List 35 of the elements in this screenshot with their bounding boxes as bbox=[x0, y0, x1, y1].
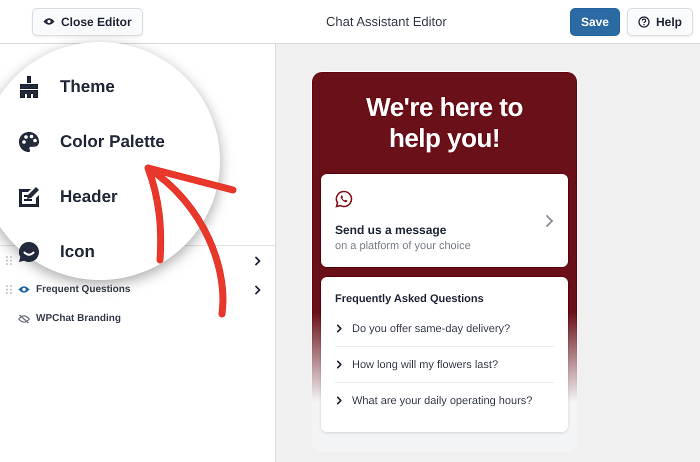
close-editor-button[interactable]: Close Editor bbox=[32, 8, 143, 36]
brush-icon bbox=[18, 76, 40, 98]
menu-item-label[interactable]: Theme bbox=[60, 76, 115, 96]
chat-bubble-icon bbox=[18, 240, 40, 262]
menu-item-label[interactable]: Icon bbox=[60, 242, 95, 262]
drag-handle-icon[interactable] bbox=[6, 285, 12, 294]
eye-slash-icon[interactable] bbox=[18, 314, 30, 324]
faq-title: Frequently Asked Questions bbox=[335, 293, 485, 305]
message-card[interactable]: Send us a message on a platform of your choice bbox=[321, 174, 568, 267]
edit-icon bbox=[18, 186, 40, 208]
save-button[interactable]: Save bbox=[570, 8, 620, 36]
palette-icon bbox=[18, 130, 40, 152]
menu-item-label[interactable]: Header bbox=[60, 186, 118, 206]
faq-question[interactable]: What are your daily operating hours? bbox=[352, 394, 532, 406]
chevron-icon[interactable] bbox=[253, 256, 263, 266]
message-title: Send us a message bbox=[335, 222, 448, 236]
chevron-icon[interactable] bbox=[253, 284, 263, 294]
menu-item-label[interactable]: Color Palette bbox=[60, 132, 165, 152]
whatsapp-icon bbox=[335, 190, 353, 208]
eye-icon[interactable] bbox=[18, 285, 30, 294]
help-button[interactable]: Help bbox=[626, 8, 693, 36]
editor-title: Chat Assistant Editor bbox=[324, 14, 448, 29]
drag-handle-icon[interactable] bbox=[6, 256, 12, 265]
chevron-icon bbox=[544, 214, 554, 228]
widget-heading: We're here to help you! bbox=[365, 92, 524, 154]
chevron-icon bbox=[335, 360, 344, 369]
chevron-icon bbox=[335, 396, 344, 405]
sidebar-item-label[interactable]: WPChat Branding bbox=[36, 313, 263, 324]
eye-icon bbox=[43, 17, 55, 26]
faq-question[interactable]: How long will my flowers last? bbox=[352, 358, 498, 370]
faq-question[interactable]: Do you offer same-day delivery? bbox=[352, 322, 510, 334]
chevron-icon bbox=[335, 324, 344, 333]
sidebar-item-label[interactable]: Frequent Questions bbox=[36, 284, 247, 295]
message-subtitle: on a platform of your choice bbox=[335, 240, 472, 252]
help-icon bbox=[638, 16, 650, 28]
